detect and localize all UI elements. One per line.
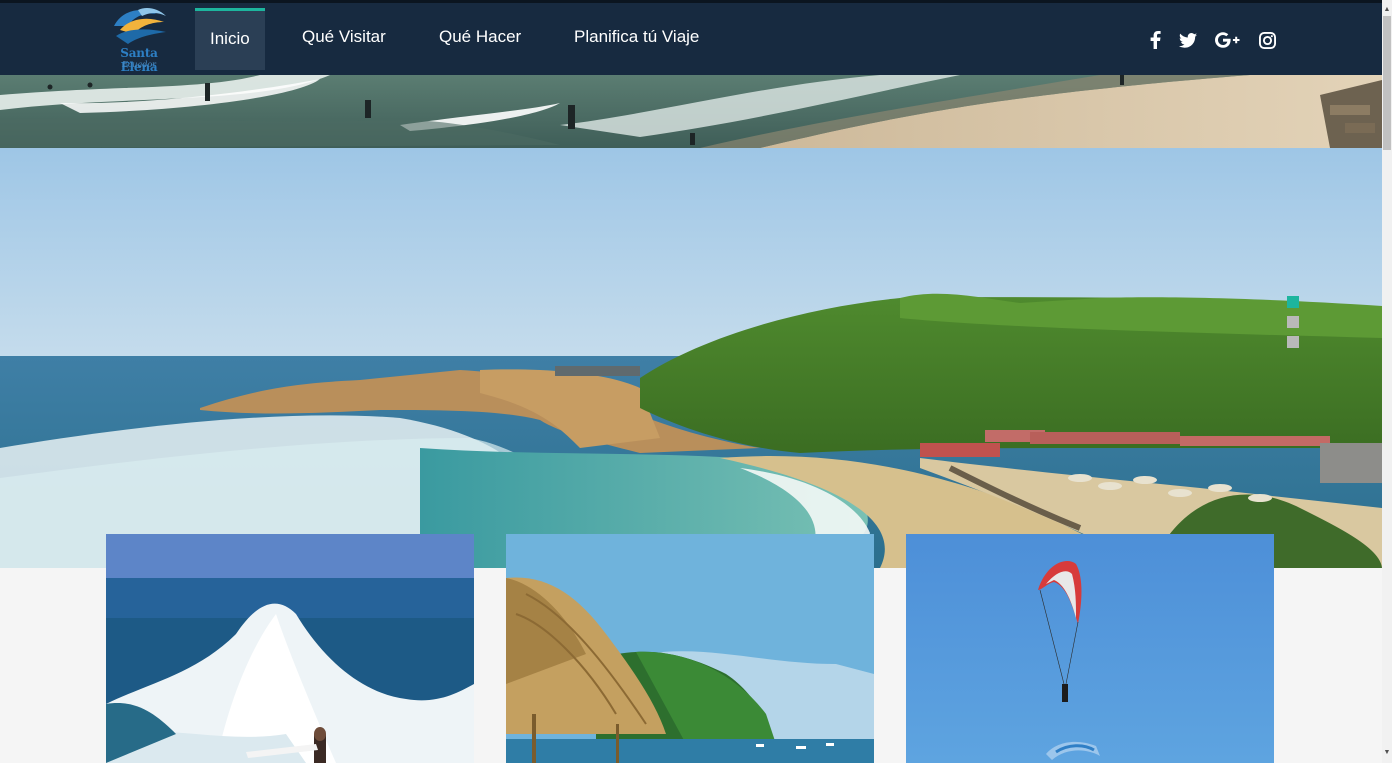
surf-card[interactable]: [106, 534, 474, 763]
instagram-icon[interactable]: [1254, 27, 1280, 53]
nav-item-que-visitar[interactable]: Qué Visitar: [287, 8, 401, 70]
slider-pagination: [1287, 296, 1299, 356]
nav-item-planifica-tu-viaje[interactable]: Planifica tú Viaje: [559, 8, 714, 70]
scroll-up-arrow-icon[interactable]: ▲: [1382, 4, 1392, 16]
beach-banner-image: [0, 75, 1382, 148]
nav-item-que-hacer[interactable]: Qué Hacer: [424, 8, 536, 70]
slider-dot-2[interactable]: [1287, 316, 1299, 328]
main-navbar: Santa Elena Ecuador Inicio Qué Visitar Q…: [0, 3, 1382, 75]
scroll-down-arrow-icon[interactable]: ▼: [1382, 747, 1392, 759]
site-logo[interactable]: Santa Elena Ecuador: [104, 4, 174, 74]
page-scrollbar[interactable]: ▲ ▼: [1382, 0, 1392, 763]
surfer-wave-image: [106, 534, 474, 763]
google-plus-icon[interactable]: [1214, 27, 1242, 53]
slider-dot-1[interactable]: [1287, 296, 1299, 308]
nav-item-inicio[interactable]: Inicio: [195, 8, 265, 70]
slider-dot-3[interactable]: [1287, 336, 1299, 348]
paragliding-card[interactable]: [906, 534, 1274, 763]
hero-slider-image: [0, 148, 1382, 568]
scrollbar-thumb[interactable]: [1383, 16, 1391, 150]
logo-subtitle: Ecuador: [121, 60, 156, 69]
wave-logo-icon: [114, 8, 166, 44]
facebook-icon[interactable]: [1142, 27, 1168, 53]
twitter-icon[interactable]: [1175, 27, 1201, 53]
beach-card[interactable]: [506, 534, 874, 763]
thatched-umbrella-bay-image: [506, 534, 874, 763]
paragliders-sky-image: [906, 534, 1274, 763]
